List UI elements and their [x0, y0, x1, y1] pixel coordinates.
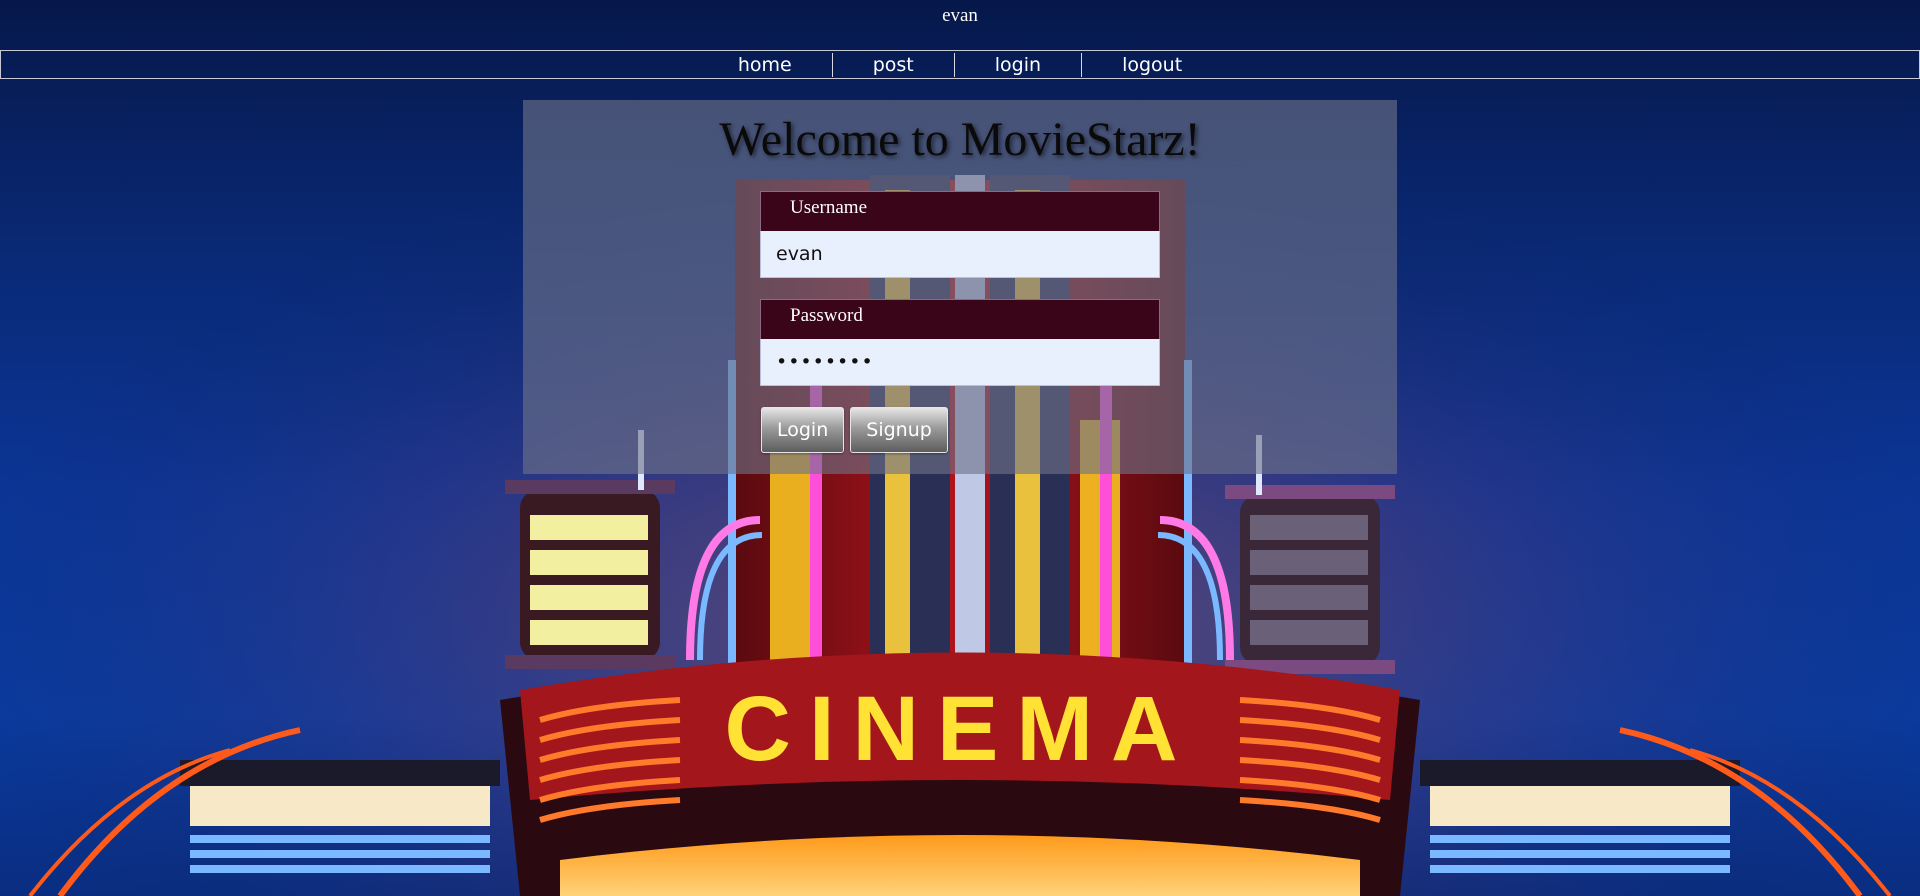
page-title: Welcome to MovieStarz!: [719, 113, 1201, 166]
nav-bar: home post login logout: [0, 50, 1920, 79]
password-input[interactable]: [760, 339, 1160, 386]
password-field-group: Password: [760, 299, 1160, 386]
username-input[interactable]: [760, 231, 1160, 278]
login-panel: Welcome to MovieStarz! Username Password…: [523, 100, 1397, 474]
login-button[interactable]: Login: [761, 407, 845, 453]
cinema-sign-text: CINEMA: [725, 678, 1196, 780]
password-label: Password: [760, 299, 1160, 339]
username-field-group: Username: [760, 191, 1160, 278]
nav-home-link[interactable]: home: [698, 53, 832, 77]
nav-login-link[interactable]: login: [955, 53, 1081, 77]
nav-post-link[interactable]: post: [833, 53, 954, 77]
username-label: Username: [760, 191, 1160, 231]
current-username: evan: [942, 5, 978, 26]
signup-button[interactable]: Signup: [850, 407, 948, 453]
nav-logout-link[interactable]: logout: [1082, 53, 1222, 77]
form-actions: Login Signup: [761, 407, 954, 453]
